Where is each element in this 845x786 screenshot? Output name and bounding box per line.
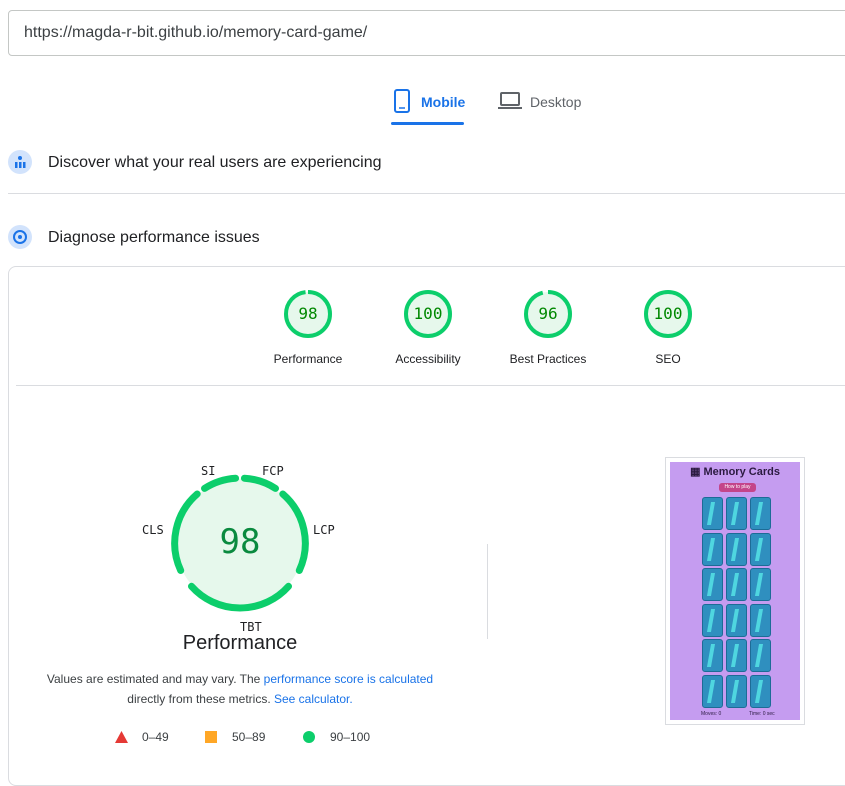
screenshot-card [726, 532, 747, 566]
screenshot-card [750, 568, 771, 601]
screenshot-card [726, 568, 747, 601]
triangle-icon [115, 731, 128, 743]
screenshot-card [702, 674, 723, 708]
gauge-best-practices[interactable]: 96 Best Practices [493, 290, 603, 370]
gauge-score: 96 [538, 304, 558, 323]
metric-label-fcp[interactable]: FCP [262, 464, 284, 478]
legend-range: 90–100 [330, 730, 371, 744]
section-divider [8, 193, 845, 194]
score-note-text: directly from these metrics. [127, 692, 274, 706]
users-icon [8, 150, 32, 174]
speedometer-icon [8, 225, 32, 249]
screenshot-moves: Moves: 0 [701, 711, 722, 717]
vertical-divider [487, 544, 488, 639]
screenshot-card [750, 603, 771, 637]
tab-desktop[interactable]: Desktop [498, 82, 590, 126]
gauge-label: Accessibility [395, 352, 461, 366]
url-input[interactable]: https://magda-r-bit.github.io/memory-car… [8, 10, 845, 56]
gauge-label: SEO [655, 352, 681, 366]
square-icon [205, 731, 217, 743]
screenshot-card [750, 674, 771, 708]
gauge-score: 100 [653, 304, 683, 323]
gauge-accessibility[interactable]: 100 Accessibility [373, 290, 483, 370]
screenshot-title: ▦ Memory Cards [670, 465, 800, 478]
screenshot-card [702, 603, 723, 637]
see-calculator-link[interactable]: See calculator. [274, 692, 353, 706]
laptop-icon [498, 92, 522, 109]
screenshot-how-to-play: How to play [719, 483, 756, 492]
screenshot-card [750, 497, 771, 530]
screenshot-card [750, 639, 771, 672]
screenshot-card [702, 532, 723, 566]
screenshot-title-text: Memory Cards [703, 466, 780, 478]
tab-desktop-label: Desktop [530, 94, 582, 110]
gauge-label: Performance [273, 352, 343, 366]
real-users-section-toggle[interactable]: Discover what your real users are experi… [8, 143, 845, 183]
legend-range: 0–49 [142, 730, 169, 744]
performance-score: 98 [219, 522, 261, 562]
gauge-score: 98 [298, 304, 318, 323]
screenshot-time: Time: 0 sec [749, 711, 775, 717]
screenshot-card [726, 674, 747, 708]
real-users-heading: Discover what your real users are experi… [48, 154, 382, 171]
score-note-text: Values are estimated and may vary. The [46, 672, 264, 686]
score-note-line-2: directly from these metrics. See calcula… [30, 692, 450, 706]
performance-title: Performance [182, 632, 298, 654]
gauge-score: 100 [413, 304, 443, 323]
screenshot-card [726, 603, 747, 637]
circle-icon [303, 731, 315, 743]
diagnose-heading: Diagnose performance issues [48, 229, 260, 246]
device-tabs: Mobile Desktop [0, 82, 845, 126]
metric-label-si[interactable]: SI [201, 464, 215, 478]
score-calculation-link[interactable]: performance score is calculated [264, 672, 433, 686]
final-screenshot[interactable]: ▦ Memory Cards How to play Moves: 0 Time… [670, 462, 800, 720]
screenshot-card [702, 497, 723, 530]
score-note-line-1: Values are estimated and may vary. The p… [30, 672, 450, 686]
phone-icon [394, 89, 410, 113]
screenshot-card [726, 639, 747, 672]
tab-mobile-label: Mobile [421, 94, 466, 110]
active-tab-indicator [391, 122, 464, 125]
tab-mobile[interactable]: Mobile [391, 82, 466, 126]
screenshot-card [702, 568, 723, 601]
legend-range: 50–89 [232, 730, 266, 744]
gauge-performance[interactable]: 98 Performance [253, 290, 363, 370]
metric-label-lcp[interactable]: LCP [313, 523, 335, 537]
grid-icon: ▦ [690, 466, 704, 478]
screenshot-card [750, 532, 771, 566]
screenshot-card [726, 497, 747, 530]
gauges-divider [16, 385, 845, 386]
gauge-label: Best Practices [509, 352, 587, 366]
gauge-seo[interactable]: 100 SEO [613, 290, 723, 370]
screenshot-card [702, 639, 723, 672]
metric-label-cls[interactable]: CLS [142, 523, 164, 537]
diagnose-section-toggle[interactable]: Diagnose performance issues [8, 218, 845, 258]
